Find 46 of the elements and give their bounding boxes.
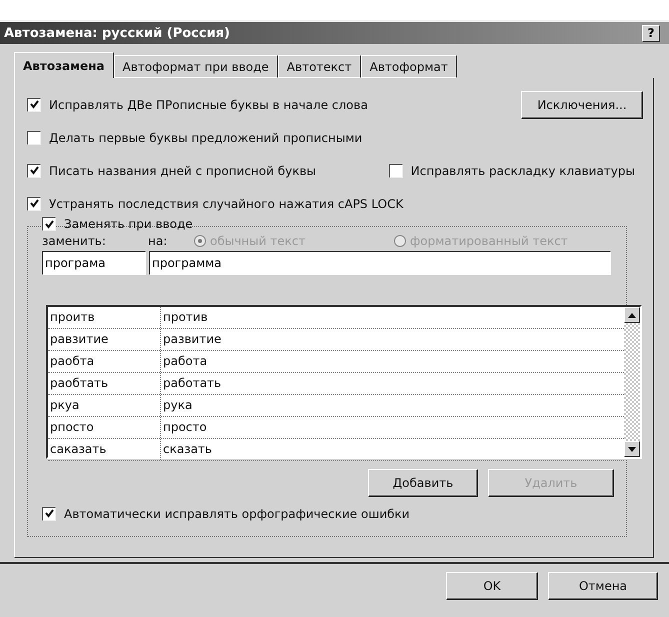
- table-cell-text: рука: [162, 397, 194, 414]
- add-button[interactable]: Добавить: [368, 469, 478, 497]
- check-icon: [30, 100, 38, 109]
- replace-checkbox[interactable]: Заменять при вводе: [42, 217, 614, 231]
- tab[interactable]: Автотекст: [278, 55, 361, 78]
- tab[interactable]: Автоформат при вводе: [114, 55, 278, 78]
- with-field[interactable]: программа: [149, 251, 611, 275]
- table-cell-text: сказать: [162, 441, 213, 458]
- table-cell: проитв: [48, 307, 161, 328]
- scroll-up-button[interactable]: [624, 307, 640, 323]
- check-icon: [44, 509, 54, 518]
- table-cell: равзитие: [48, 329, 161, 350]
- table-cell-text: против: [162, 309, 209, 326]
- table-cell-text: просто: [162, 419, 208, 436]
- tab[interactable]: Автозамена: [14, 52, 114, 78]
- check-icon: [30, 166, 38, 175]
- table-cell-text: работа: [162, 353, 208, 370]
- option-checkbox[interactable]: Писать названия дней с прописной буквы: [27, 164, 316, 178]
- help-button[interactable]: ?: [642, 24, 660, 42]
- window-title: Автозамена: русский (Россия): [4, 26, 230, 40]
- cancel-button[interactable]: Отмена: [548, 572, 658, 600]
- tab[interactable]: Автоформат: [360, 55, 457, 78]
- option-checkbox[interactable]: Исправлять раскладку клавиатуры: [388, 164, 635, 178]
- check-icon: [44, 220, 54, 228]
- check-icon: [30, 199, 38, 208]
- table-cell: раобтать: [48, 373, 161, 394]
- option-checkbox[interactable]: Делать первые буквы предложений прописными: [27, 130, 362, 144]
- scrollbar[interactable]: [624, 307, 640, 457]
- replacement-list[interactable]: проитв против равзитие развитие раобта работа раобтать работать ркуа рука рпосто просто саказать сказать: [46, 305, 642, 459]
- replace-field[interactable]: програма: [42, 251, 146, 275]
- replace-label: заменить:: [42, 234, 107, 248]
- exceptions-button[interactable]: Исключения...: [521, 90, 643, 118]
- table-cell: рпосто: [48, 417, 161, 438]
- spelling-checkbox[interactable]: Автоматически исправлять орфографические ошибки: [42, 506, 410, 520]
- ok-button[interactable]: OK: [446, 572, 538, 600]
- scroll-down-button[interactable]: [624, 441, 640, 457]
- with-label: на:: [148, 234, 168, 248]
- table-cell: раобта: [48, 351, 161, 372]
- table-cell: ркуа: [48, 395, 161, 416]
- option-checkbox[interactable]: Исправлять ДВе ПРописные буквы в начале слова: [27, 98, 368, 112]
- option-checkbox[interactable]: Устранять последствия случайного нажатия cAPS LOCK: [27, 196, 404, 210]
- down-arrow-icon: [628, 446, 636, 452]
- table-cell: саказать: [48, 439, 161, 460]
- table-cell-text: развитие: [162, 331, 222, 348]
- up-arrow-icon: [628, 312, 636, 318]
- table-cell-text: работать: [162, 375, 222, 392]
